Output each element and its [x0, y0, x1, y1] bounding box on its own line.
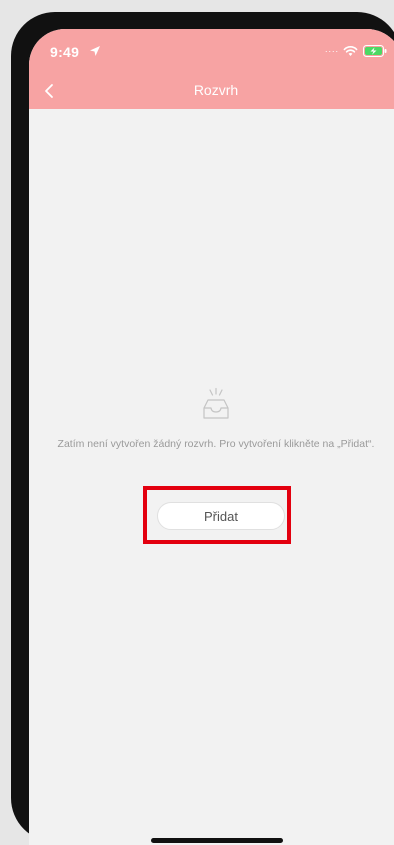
location-arrow-icon [90, 46, 100, 56]
home-indicator [151, 838, 283, 843]
page-title: Rozvrh [193, 82, 239, 98]
header: 9:49 .... Rozvrh [29, 29, 394, 109]
app-screen: 9:49 .... Rozvrh Zatím není vytvořen žád… [29, 29, 394, 845]
empty-message: Zatím není vytvořen žádný rozvrh. Pro vy… [57, 438, 375, 450]
empty-inbox-icon [203, 387, 229, 419]
phone-frame: 9:49 .... Rozvrh Zatím není vytvořen žád… [11, 12, 394, 845]
status-bar: 9:49 .... [29, 29, 394, 73]
battery-charging-icon [363, 45, 387, 57]
empty-state: Zatím není vytvořen žádný rozvrh. Pro vy… [29, 387, 394, 451]
wifi-icon [343, 46, 358, 56]
signal-indicator: .... [325, 44, 340, 54]
nav-bar: Rozvrh [29, 73, 394, 109]
highlight-frame: Přidat [143, 486, 291, 544]
add-button[interactable]: Přidat [157, 502, 285, 530]
status-time: 9:49 [50, 44, 80, 60]
